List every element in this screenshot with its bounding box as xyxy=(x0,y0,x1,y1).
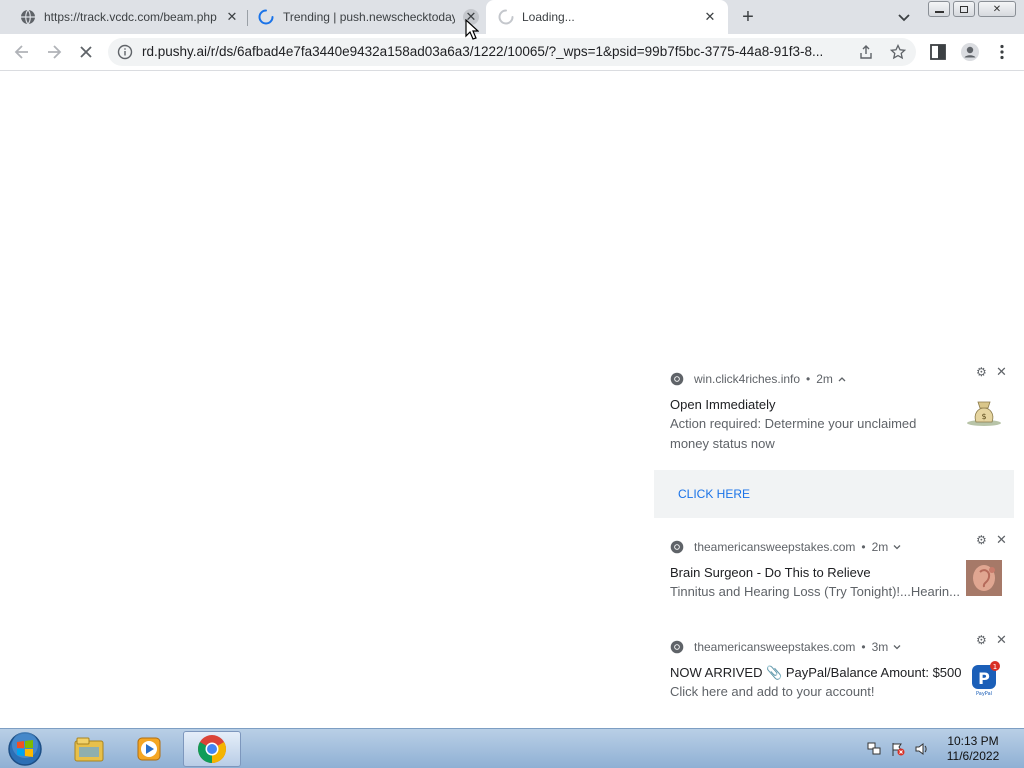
notification-origin-text: theamericansweepstakes.com xyxy=(694,640,856,654)
notification-origin-text: theamericansweepstakes.com xyxy=(694,540,856,554)
address-bar[interactable]: rd.pushy.ai/r/ds/6afbad4e7fa3440e9432a15… xyxy=(108,38,916,66)
loading-spinner-icon xyxy=(258,9,274,25)
notification-title: NOW ARRIVED 📎 PayPal/Balance Amount: $50… xyxy=(670,665,962,680)
windows-start-orb-icon[interactable] xyxy=(6,731,44,767)
tab-3-active[interactable]: Loading... ✕ xyxy=(486,0,728,34)
forward-arrow-icon[interactable] xyxy=(44,42,64,62)
tab-title: https://track.vcdc.com/beam.php xyxy=(44,10,217,24)
notification-title: Open Immediately xyxy=(670,397,776,412)
chrome-icon xyxy=(670,372,684,386)
clock-time: 10:13 PM xyxy=(947,734,999,748)
svg-text:PayPal: PayPal xyxy=(976,691,992,696)
file-explorer-icon xyxy=(74,737,104,762)
settings-gear-icon[interactable]: ⚙ xyxy=(976,366,988,378)
back-arrow-icon[interactable] xyxy=(12,42,32,62)
site-info-icon[interactable] xyxy=(117,44,133,60)
notification-origin: theamericansweepstakes.com • 2m xyxy=(670,540,901,554)
notification-body: Click here and add to your account! xyxy=(670,684,875,699)
notification-body: Action required: Determine your unclaime… xyxy=(670,416,917,451)
close-icon[interactable]: ✕ xyxy=(996,633,1008,646)
loading-spinner-icon xyxy=(498,9,514,25)
taskbar-file-explorer[interactable] xyxy=(60,731,118,767)
tab-2[interactable]: Trending | push.newschecktoday ✕ xyxy=(248,0,486,34)
tab-close-icon[interactable]: ✕ xyxy=(224,9,240,25)
browser-toolbar: rd.pushy.ai/r/ds/6afbad4e7fa3440e9432a15… xyxy=(0,34,1024,71)
close-window-button[interactable]: ✕ xyxy=(978,1,1016,17)
share-icon[interactable] xyxy=(858,44,874,60)
click-here-button[interactable]: CLICK HERE xyxy=(654,470,1014,518)
url-text[interactable]: rd.pushy.ai/r/ds/6afbad4e7fa3440e9432a15… xyxy=(142,44,848,59)
tab-title: Loading... xyxy=(522,10,575,24)
money-bag-icon: $ xyxy=(967,401,1001,426)
network-icon[interactable] xyxy=(867,742,881,756)
close-icon[interactable]: ✕ xyxy=(996,365,1008,378)
taskbar-chrome[interactable] xyxy=(183,731,241,767)
svg-text:$: $ xyxy=(981,412,986,421)
chrome-icon xyxy=(198,735,226,763)
paypal-icon: P 1 PayPal xyxy=(972,661,1000,696)
notification-age: 2m xyxy=(816,372,833,386)
tab-1[interactable]: https://track.vcdc.com/beam.php ✕ xyxy=(8,0,246,34)
notification-origin: win.click4riches.info • 2m xyxy=(670,372,846,386)
notification-age: 2m xyxy=(871,540,889,554)
minimize-button[interactable] xyxy=(928,1,950,17)
notification-title: Brain Surgeon - Do This to Relieve xyxy=(670,565,871,580)
notification-card[interactable]: theamericansweepstakes.com • 2m ⚙ ✕ Brai… xyxy=(654,528,1014,608)
notification-body: Tinnitus and Hearing Loss (Try Tonight)!… xyxy=(670,584,960,599)
stop-loading-icon[interactable] xyxy=(76,42,96,62)
globe-icon xyxy=(21,9,35,25)
windows-taskbar: 10:13 PM 11/6/2022 xyxy=(0,728,1024,768)
ear-photo-icon xyxy=(966,560,1002,596)
settings-gear-icon[interactable]: ⚙ xyxy=(976,634,988,646)
bookmark-star-icon[interactable] xyxy=(890,44,906,60)
volume-icon[interactable] xyxy=(915,742,929,756)
settings-gear-icon[interactable]: ⚙ xyxy=(976,534,988,546)
chrome-icon xyxy=(670,540,684,554)
svg-text:P: P xyxy=(978,669,990,688)
notification-card[interactable]: theamericansweepstakes.com • 3m ⚙ ✕ NOW … xyxy=(654,628,1014,710)
kebab-menu-icon[interactable] xyxy=(992,42,1012,62)
notification-age: 3m xyxy=(871,640,889,654)
action-label: CLICK HERE xyxy=(678,487,751,501)
side-panel-icon[interactable] xyxy=(928,42,948,62)
expand-chevron-icon[interactable] xyxy=(893,643,901,651)
action-center-flag-icon[interactable] xyxy=(891,742,905,756)
notification-card[interactable]: win.click4riches.info • 2m ⚙ ✕ Open Imme… xyxy=(654,360,1014,518)
tab-title: Trending | push.newschecktoday xyxy=(283,10,455,24)
notification-origin: theamericansweepstakes.com • 3m xyxy=(670,640,901,654)
clock-date: 11/6/2022 xyxy=(946,749,1000,763)
new-tab-button[interactable]: + xyxy=(738,7,758,27)
tab-close-icon[interactable]: ✕ xyxy=(702,9,718,25)
expand-chevron-icon[interactable] xyxy=(893,543,901,551)
profile-avatar-icon[interactable] xyxy=(960,42,980,62)
collapse-chevron-icon[interactable] xyxy=(838,375,846,383)
tab-strip: https://track.vcdc.com/beam.php ✕ Trendi… xyxy=(0,0,1024,34)
mouse-cursor-icon xyxy=(465,19,479,40)
taskbar-media-player[interactable] xyxy=(120,731,178,767)
restore-button[interactable] xyxy=(953,1,975,17)
tab-search-chevron-icon[interactable] xyxy=(896,9,912,25)
close-icon[interactable]: ✕ xyxy=(996,533,1008,546)
notification-origin-text: win.click4riches.info xyxy=(694,372,801,386)
media-player-icon xyxy=(137,737,161,761)
system-clock[interactable]: 10:13 PM 11/6/2022 xyxy=(940,734,1006,764)
chrome-icon xyxy=(670,640,684,654)
paypal-badge-count: 1 xyxy=(993,663,997,671)
